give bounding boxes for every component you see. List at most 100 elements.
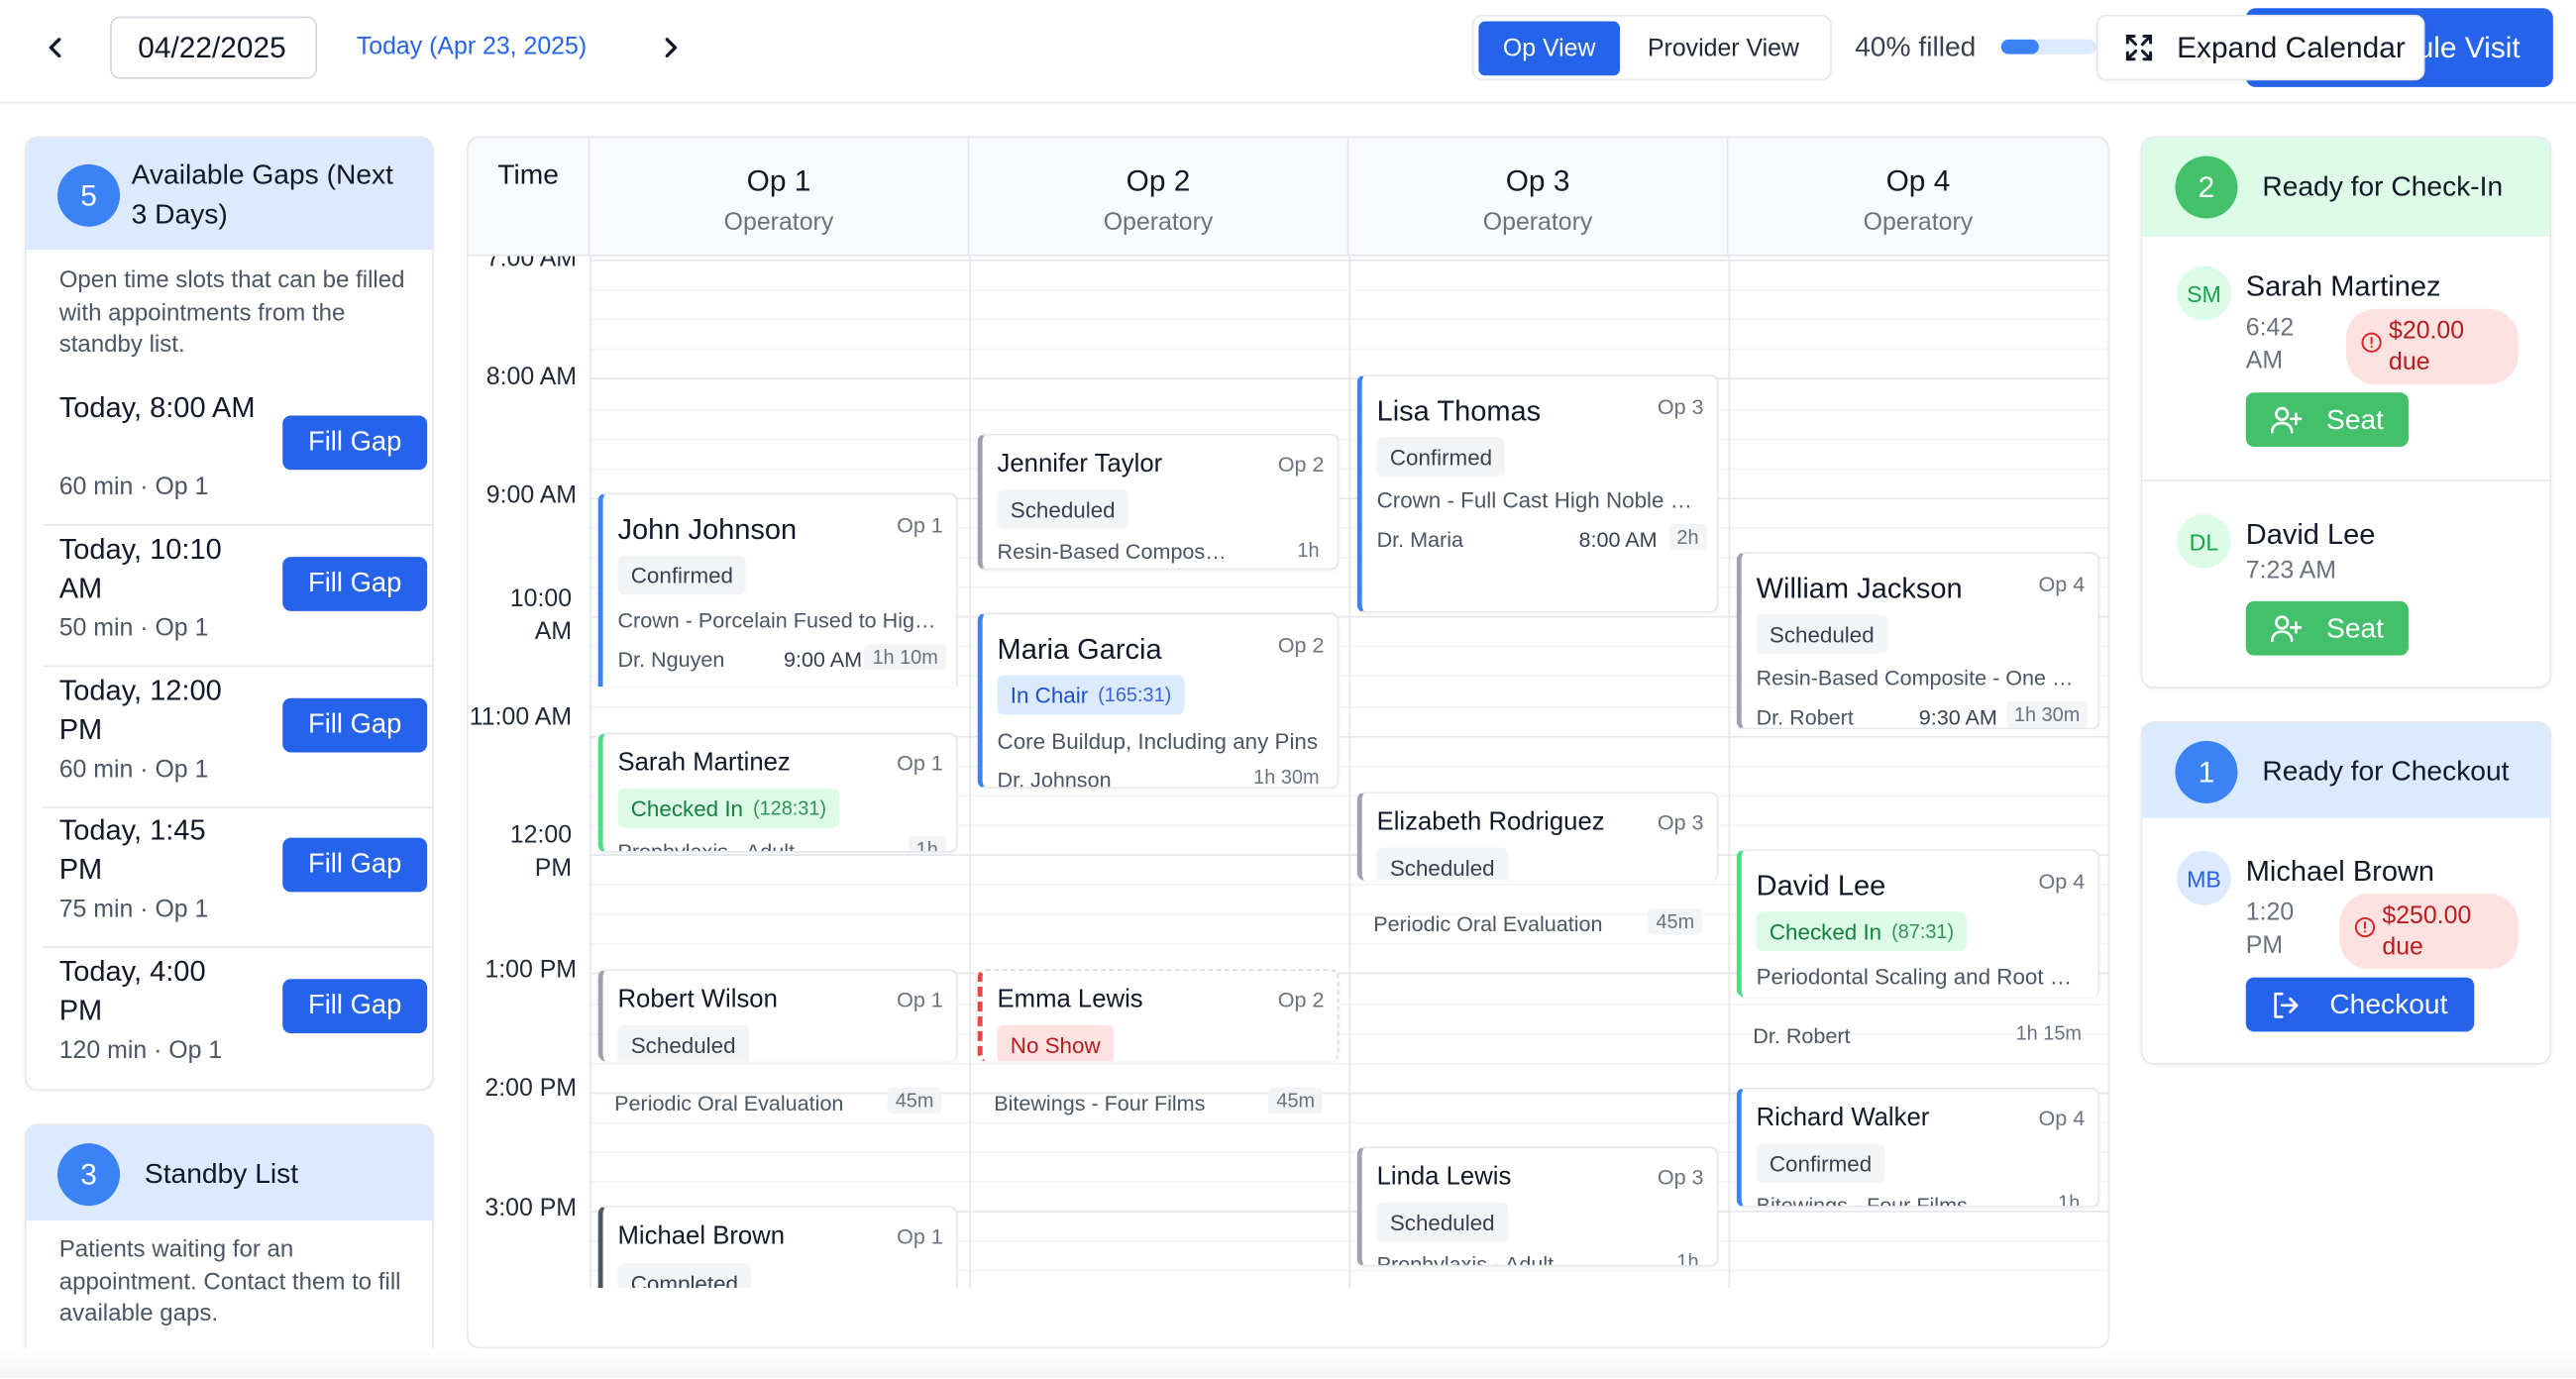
patient-name: Robert Wilson [617,985,778,1014]
procedure-text: Core Buildup, Including any Pins [997,729,1319,755]
appointment-card[interactable]: Jennifer Taylor Op 2 Scheduled Resin-Bas… [977,433,1340,571]
procedure-text: Bitewings - Four Films [1756,1192,1968,1208]
gap-item: Today, 4:00 PM 120 min · Op 1 Fill Gap [43,951,432,1089]
status-badge: Checked In (128:31) [617,788,840,828]
status-badge: Scheduled [1376,1202,1508,1242]
procedure-text: Periodic Oral Evaluation [614,1091,844,1115]
alert-circle-icon [2354,916,2376,938]
appointment-time: 9:00 AM [783,647,863,673]
gap-time: Today, 10:10 AM [58,532,222,605]
op-label: Op 1 [897,987,943,1012]
status-badge: Scheduled [617,1024,749,1062]
procedure-text: Resin-Based Composite - One Surface [1756,665,2086,690]
expand-calendar-label: Expand Calendar [2177,30,2406,63]
date-input[interactable]: 04/22/2025 [110,16,318,79]
op-subtitle: Operatory [1863,208,1974,237]
fill-gap-button[interactable]: Fill Gap [282,697,428,753]
time-label: 7:00 AM [485,256,578,273]
standby-count-badge: 3 [57,1143,121,1207]
appointment-card[interactable]: Maria Garcia Op 2 In Chair (165:31) Core … [977,612,1340,789]
appointment-card[interactable]: Emma Lewis Op 2 No Show [977,969,1340,1062]
seat-button[interactable]: Seat [2245,600,2409,656]
status-badge: No Show [997,1024,1114,1062]
patient-time: 6:42 AM [2245,313,2295,375]
appointment-card[interactable]: Michael Brown Op 1 Completed [597,1206,958,1289]
appointment-card[interactable]: William Jackson Op 4 Scheduled Resin-Bas… [1736,552,2100,730]
op-label: Op 4 [2038,572,2086,596]
appointment-card[interactable]: Elizabeth Rodriguez Op 3 Scheduled [1356,792,1719,881]
seat-button[interactable]: Seat [2245,392,2409,448]
status-timer: (87:31) [1891,919,1955,943]
gap-time: Today, 12:00 PM [58,673,222,746]
appointment-time: 8:00 AM [1578,527,1658,553]
gap-details: 75 min · Op 1 [58,895,209,923]
status-badge: Checked In (87:31) [1756,911,1968,952]
prev-day-button[interactable] [32,23,81,72]
fill-gap-button[interactable]: Fill Gap [282,415,428,471]
time-label: 10:00 AM [509,584,573,646]
checkin-header: 2 Ready for Check-In [2142,138,2550,237]
standby-header: 3 Standby List [26,1124,433,1221]
appointment-card[interactable]: Richard Walker Op 4 Confirmed Bitewings … [1736,1087,2100,1208]
next-day-button[interactable] [646,23,696,72]
patient-time: 1:20 PM [2245,899,2295,960]
patient-name: Michael Brown [2245,854,2435,888]
patient-name: Richard Walker [1756,1104,1930,1132]
status-badge: Confirmed [617,555,747,595]
procedure-text: Resin-Based Composite - One Surface [997,538,1228,564]
expand-calendar-button[interactable]: Expand Calendar [2095,14,2425,81]
patient-name: William Jackson [1756,572,1963,605]
gap-item: Today, 1:45 PM 75 min · Op 1 Fill Gap [43,809,433,948]
time-label: 12:00 PM [509,821,573,883]
appointment-card[interactable]: John Johnson Op 1 Confirmed Crown - Porc… [597,492,958,688]
appointment-card[interactable]: Robert Wilson Op 1 Scheduled [597,969,958,1062]
column-divider [1728,256,1731,1289]
op-label: Op 4 [2038,869,2086,895]
top-toolbar: 04/22/2025 Today (Apr 23, 2025) Op View … [0,0,2576,104]
gap-details: 50 min · Op 1 [58,614,209,643]
filled-progress-bar [2000,39,2096,54]
fill-gap-button[interactable]: Fill Gap [282,979,428,1034]
appointment-card[interactable]: Sarah Martinez Op 1 Checked In (128:31) P… [597,732,958,853]
gap-item: Today, 10:10 AM 50 min · Op 1 Fill Gap [43,529,433,668]
amount-due-text: $20.00 due [2389,317,2465,376]
avatar: SM [2177,265,2231,321]
status-badge: Confirmed [1376,437,1506,477]
standby-title: Standby List [144,1158,299,1190]
available-gaps-panel: 5 Available Gaps (Next 3 Days) Open time… [24,136,434,1092]
status-badge: In Chair (165:31) [997,675,1185,715]
procedure-text: Prophylaxis - Adult [617,839,796,853]
op-name: Op 1 [746,163,811,197]
gap-time: Today, 8:00 AM [58,390,256,424]
status-text: Checked In [1769,918,1882,944]
op-column-header: Op 3 Operatory [1348,138,1729,257]
user-plus-icon [2270,406,2303,434]
time-label: 2:00 PM [484,1074,578,1103]
user-plus-icon [2270,615,2303,643]
op-view-tab[interactable]: Op View [1478,21,1620,76]
provider-view-tab[interactable]: Provider View [1627,22,1821,76]
gaps-count-badge: 5 [57,163,121,227]
appointment-card[interactable]: David Lee Op 4 Checked In (87:31) Periodo… [1736,849,2100,998]
patient-name: Linda Lewis [1376,1163,1512,1192]
fill-gap-button[interactable]: Fill Gap [282,837,428,893]
chevron-right-icon [665,38,678,58]
checkout-button[interactable]: Checkout [2245,977,2475,1032]
app-root: 04/22/2025 Today (Apr 23, 2025) Op View … [0,0,2576,1379]
time-column-header: Time [469,138,590,257]
appointment-card[interactable]: Linda Lewis Op 3 Scheduled Prophylaxis -… [1356,1146,1719,1267]
patient-name: Elizabeth Rodriguez [1376,807,1605,837]
op-label: Op 1 [897,750,943,776]
today-link[interactable]: Today (Apr 23, 2025) [357,33,587,60]
op-name: Op 4 [1885,163,1951,197]
avatar: DL [2177,514,2231,569]
fill-gap-button[interactable]: Fill Gap [282,557,428,611]
calendar-grid[interactable]: 7:00 AM 8:00 AM 9:00 AM 10:00 AM 11:00 A… [469,256,2108,1289]
op-label: Op 1 [897,1223,943,1249]
available-gaps-title: Available Gaps (Next 3 Days) [131,159,393,231]
gap-time: Today, 1:45 PM [58,812,206,886]
appointment-card[interactable]: Lisa Thomas Op 3 Confirmed Crown - Full … [1356,374,1719,613]
status-badge: Scheduled [1376,847,1508,881]
available-gaps-header: 5 Available Gaps (Next 3 Days) [26,138,433,251]
seat-label: Seat [2326,403,2385,435]
